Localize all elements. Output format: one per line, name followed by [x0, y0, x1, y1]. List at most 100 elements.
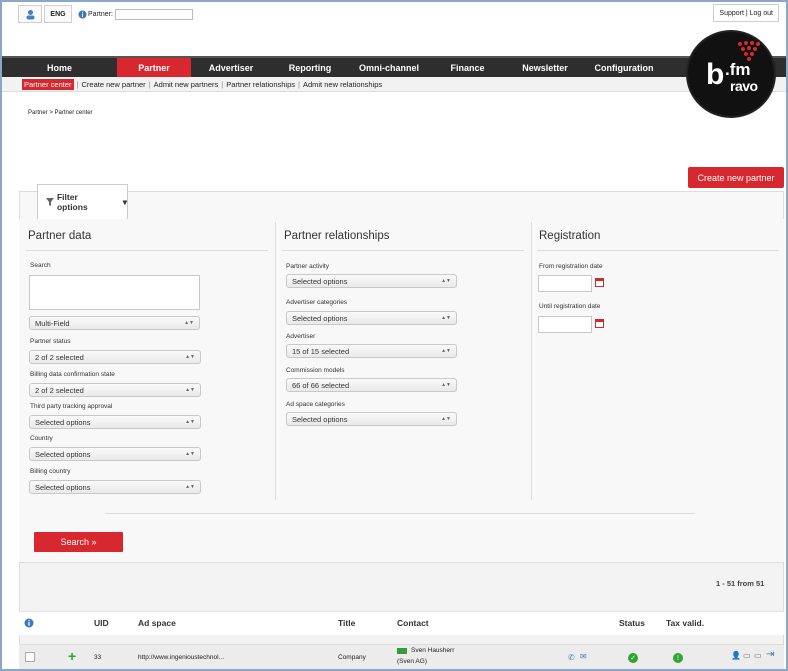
billing-state-select[interactable]: 2 of 2 selected ▲▼	[29, 383, 201, 397]
user-icon	[26, 9, 34, 19]
divider	[282, 250, 524, 251]
info-icon[interactable]	[24, 618, 34, 628]
language-selector[interactable]: ENG	[44, 5, 72, 23]
filter-icon	[46, 198, 54, 206]
search-input[interactable]	[29, 275, 200, 310]
divider	[26, 250, 268, 251]
edit-icon[interactable]: ▭	[743, 651, 751, 660]
nav-reporting[interactable]: Reporting	[271, 58, 349, 77]
commission-models-label: Commission models	[286, 367, 345, 374]
nav-configuration[interactable]: Configuration	[584, 58, 664, 77]
select-caret-icon: ▲▼	[441, 416, 451, 422]
subnav-create-partner[interactable]: Create new partner	[81, 80, 145, 89]
info-icon	[78, 10, 87, 18]
select-caret-icon: ▲▼	[185, 419, 195, 425]
billing-country-select[interactable]: Selected options ▲▼	[29, 480, 201, 494]
column-header-contact[interactable]: Contact	[397, 618, 429, 628]
activity-value: Selected options	[292, 276, 348, 286]
until-date-input[interactable]	[538, 316, 592, 333]
nav-newsletter[interactable]: Newsletter	[506, 58, 584, 77]
subnav-separator: |	[298, 79, 300, 89]
partner-status-value: 2 of 2 selected	[35, 352, 84, 362]
commission-models-select[interactable]: 66 of 66 selected ▲▼	[286, 378, 457, 392]
tracking-select[interactable]: Selected options ▲▼	[29, 415, 201, 429]
filter-options-tab[interactable]: Filter options ▾	[37, 184, 128, 219]
column-header-title[interactable]: Title	[338, 618, 355, 628]
calendar-icon[interactable]	[595, 319, 604, 328]
billing-country-label: Billing country	[30, 468, 71, 475]
user-detail-icon[interactable]: 👤	[731, 651, 741, 660]
search-label: Search	[30, 262, 51, 269]
advertiser-value: 15 of 15 selected	[292, 346, 350, 356]
from-date-input[interactable]	[538, 275, 592, 292]
ad-space-categories-label: Ad space categories	[286, 401, 345, 408]
row-checkbox[interactable]	[25, 652, 35, 662]
top-bar: ENG Partner:	[18, 4, 199, 24]
copy-icon[interactable]: ▭	[754, 651, 762, 660]
logo-b: b	[706, 58, 725, 91]
select-caret-icon: ▲▼	[185, 451, 195, 457]
nav-partner[interactable]: Partner	[117, 58, 191, 77]
subnav-partner-center[interactable]: Partner center	[22, 78, 74, 90]
advertiser-select[interactable]: 15 of 15 selected ▲▼	[286, 344, 457, 358]
mail-icon[interactable]: ✉	[580, 652, 587, 661]
tax-valid-icon: !	[673, 653, 683, 663]
until-date-label: Until registration date	[539, 303, 601, 310]
row-contact-name: Sven Hausherr	[411, 647, 455, 654]
select-caret-icon: ▲▼	[185, 387, 195, 393]
calendar-icon[interactable]	[595, 278, 604, 287]
tracking-value: Selected options	[35, 417, 91, 427]
column-header-status[interactable]: Status	[619, 618, 645, 628]
nav-home[interactable]: Home	[2, 58, 117, 77]
subnav-admit-relationships[interactable]: Admit new relationships	[303, 80, 382, 89]
create-partner-button[interactable]: Create new partner	[688, 167, 784, 188]
commission-models-value: 66 of 66 selected	[292, 380, 350, 390]
ad-space-categories-value: Selected options	[292, 414, 348, 424]
skype-icon[interactable]: ✆	[568, 653, 575, 662]
main-nav: Home Partner Advertiser Reporting Omni-c…	[2, 56, 786, 77]
select-caret-icon: ▲▼	[185, 484, 195, 490]
column-header-ad-space[interactable]: Ad space	[138, 618, 176, 628]
select-caret-icon: ▲▼	[441, 382, 451, 388]
column-header-tax-valid[interactable]: Tax valid.	[666, 618, 704, 628]
support-logout-links[interactable]: Support | Log out	[713, 4, 779, 22]
billing-state-label: Billing data confirmation state	[30, 371, 115, 378]
column-header-uid[interactable]: UID	[94, 618, 109, 628]
nav-finance[interactable]: Finance	[429, 58, 506, 77]
nav-advertiser[interactable]: Advertiser	[191, 58, 271, 77]
tracking-label: Third party tracking approval	[30, 403, 113, 410]
select-caret-icon: ▲▼	[441, 278, 451, 284]
advertiser-label: Advertiser	[286, 333, 316, 340]
partner-relationships-title: Partner relationships	[284, 230, 390, 242]
expand-plus-icon[interactable]: +	[68, 648, 76, 664]
flag-icon	[397, 648, 407, 654]
activity-label: Partner activity	[286, 263, 329, 270]
column-divider	[275, 222, 276, 500]
billing-state-value: 2 of 2 selected	[35, 385, 84, 395]
select-caret-icon: ▲▼	[185, 354, 195, 360]
partner-label: Partner:	[88, 10, 113, 18]
row-uid: 33	[94, 654, 102, 661]
subnav-separator: |	[148, 79, 151, 89]
search-button[interactable]: Search »	[34, 532, 123, 552]
subnav-admit-partners[interactable]: Admit new partners	[154, 80, 219, 89]
ad-space-categories-select[interactable]: Selected options ▲▼	[286, 412, 457, 426]
login-arrow-icon[interactable]: ⇥	[766, 649, 774, 660]
user-button[interactable]	[18, 5, 42, 23]
nav-omni-channel[interactable]: Omni-channel	[349, 58, 429, 77]
divider	[537, 250, 779, 251]
partner-status-select[interactable]: 2 of 2 selected ▲▼	[29, 350, 201, 364]
dropdown-arrow-icon: ▾	[122, 196, 127, 207]
status-ok-icon: ✓	[628, 653, 638, 663]
country-select[interactable]: Selected options ▲▼	[29, 447, 201, 461]
partner-input[interactable]	[114, 8, 193, 20]
subnav-partner-relationships[interactable]: Partner relationships	[226, 80, 295, 89]
row-ad-space[interactable]: http://www.ingenioustechnol...	[138, 654, 224, 661]
divider	[105, 513, 695, 514]
advertiser-categories-select[interactable]: Selected options ▲▼	[286, 311, 457, 325]
filter-tab-label: Filter options	[56, 192, 88, 212]
select-caret-icon: ▲▼	[184, 320, 194, 326]
bravo-fm-logo: b .fm ravo	[686, 30, 776, 118]
activity-select[interactable]: Selected options ▲▼	[286, 274, 457, 288]
multi-field-select[interactable]: Multi-Field ▲▼	[29, 316, 200, 330]
